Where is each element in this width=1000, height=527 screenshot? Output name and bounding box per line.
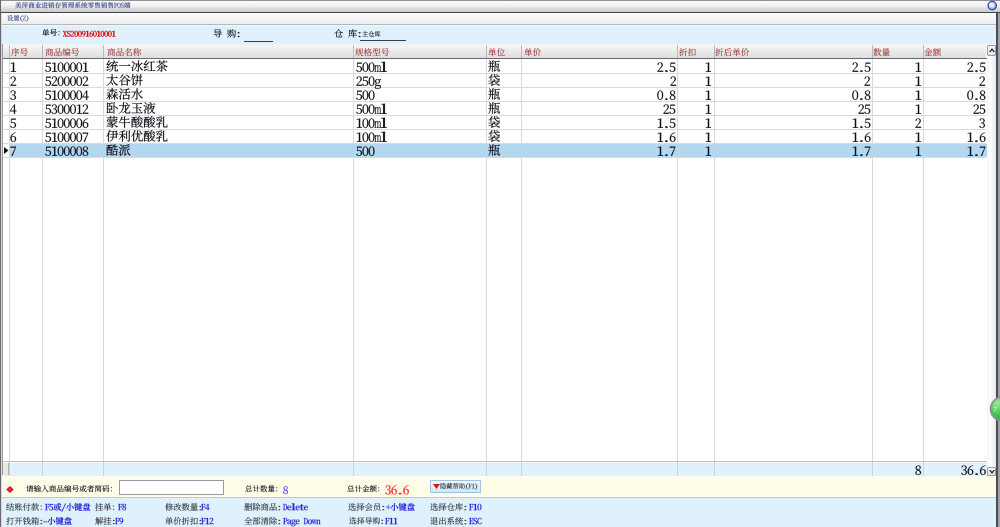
svg-text:7: 7 [993,407,997,414]
